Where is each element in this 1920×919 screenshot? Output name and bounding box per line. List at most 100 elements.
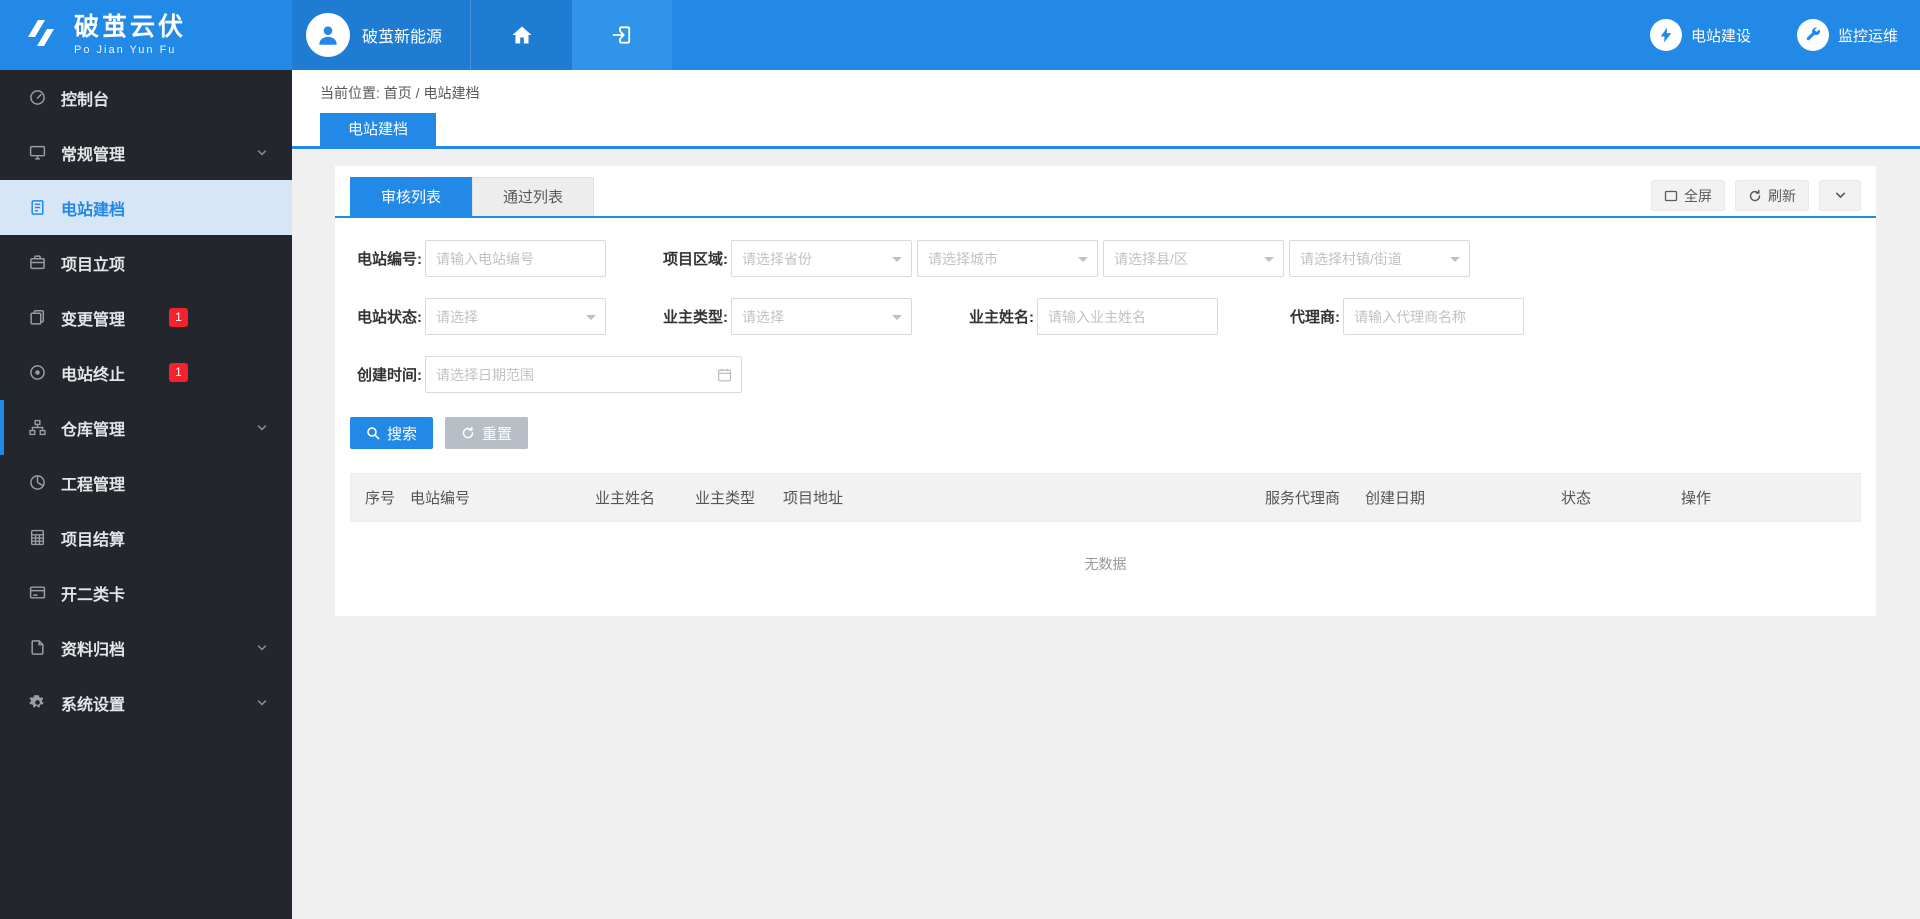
page-topbar: 当前位置: 首页 / 电站建档 电站建档	[292, 70, 1920, 149]
nav-monitor-ops[interactable]: 监控运维	[1797, 19, 1898, 51]
province-select-placeholder: 请选择省份	[742, 249, 812, 269]
nav-station-build-label: 电站建设	[1691, 25, 1751, 46]
table-header-cell: 状态	[1561, 487, 1681, 508]
refresh-icon	[1748, 189, 1762, 203]
page-tab-station-archive[interactable]: 电站建档	[320, 113, 436, 146]
station-no-input[interactable]	[425, 240, 606, 277]
caret-down-icon	[586, 315, 596, 325]
county-select[interactable]: 请选择县/区	[1103, 240, 1284, 277]
sidebar-item-console[interactable]: 控制台	[0, 70, 292, 125]
chevron-down-icon	[256, 422, 268, 434]
notification-badge: 1	[169, 308, 188, 327]
agent-label: 代理商:	[1268, 306, 1340, 327]
sidebar-item-general-mgmt[interactable]: 常规管理	[0, 125, 292, 180]
sitemap-icon	[28, 418, 47, 437]
logout-button[interactable]	[572, 0, 672, 70]
city-select[interactable]: 请选择城市	[917, 240, 1098, 277]
card-icon	[28, 583, 47, 602]
reset-icon	[461, 426, 475, 440]
nav-station-build[interactable]: 电站建设	[1650, 19, 1751, 51]
empty-state: 无数据	[335, 522, 1876, 616]
layout: 控制台 常规管理 电站建档 项目立项 变更管理 1	[0, 70, 1920, 919]
station-status-placeholder: 请选择	[436, 307, 478, 327]
sidebar-item-project-settlement[interactable]: 项目结算	[0, 510, 292, 565]
sidebar-item-label: 开二类卡	[61, 581, 125, 605]
sidebar-item-label: 项目立项	[61, 251, 125, 275]
table-header-cell: 创建日期	[1365, 487, 1561, 508]
table-header-cell: 电站编号	[410, 487, 595, 508]
owner-type-placeholder: 请选择	[742, 307, 784, 327]
chevron-down-icon	[256, 697, 268, 709]
sidebar-item-label: 常规管理	[61, 141, 125, 165]
gauge-icon	[28, 88, 47, 107]
region-label: 项目区域:	[656, 248, 728, 269]
sidebar-item-data-archive[interactable]: 资料归档	[0, 620, 292, 675]
panel-tabs: 审核列表 通过列表	[350, 177, 594, 216]
breadcrumb-current: 电站建档	[423, 85, 479, 101]
company-name: 破茧新能源	[362, 23, 442, 47]
brand-logo[interactable]: 破茧云伏 Po Jian Yun Fu	[0, 0, 292, 70]
province-select[interactable]: 请选择省份	[731, 240, 912, 277]
pie-chart-icon	[28, 473, 47, 492]
created-time-label: 创建时间:	[350, 364, 422, 385]
owner-type-select[interactable]: 请选择	[731, 298, 912, 335]
sidebar-item-label: 电站终止	[61, 361, 125, 385]
sidebar-item-change-mgmt[interactable]: 变更管理 1	[0, 290, 292, 345]
tab-passed-list[interactable]: 通过列表	[472, 177, 594, 216]
station-status-label: 电站状态:	[350, 306, 422, 327]
fullscreen-button[interactable]: 全屏	[1651, 180, 1725, 211]
breadcrumb-prefix: 当前位置:	[320, 85, 380, 101]
search-button[interactable]: 搜索	[350, 417, 433, 449]
caret-down-icon	[1264, 257, 1274, 267]
fullscreen-label: 全屏	[1684, 186, 1712, 206]
stop-icon	[28, 363, 47, 382]
file-icon	[28, 638, 47, 657]
collapse-filters-button[interactable]	[1819, 180, 1861, 211]
tab-review-list[interactable]: 审核列表	[350, 177, 472, 216]
sidebar-item-project-initiation[interactable]: 项目立项	[0, 235, 292, 290]
county-select-placeholder: 请选择县/区	[1114, 249, 1188, 269]
fullscreen-icon	[1664, 189, 1678, 203]
logo-subtitle: Po Jian Yun Fu	[74, 44, 186, 57]
sidebar-item-label: 资料归档	[61, 636, 125, 660]
owner-name-label: 业主姓名:	[962, 306, 1034, 327]
table-header-cell: 业主姓名	[595, 487, 695, 508]
sidebar-item-system-settings[interactable]: 系统设置	[0, 675, 292, 730]
town-select[interactable]: 请选择村镇/街道	[1289, 240, 1470, 277]
breadcrumb-separator: /	[416, 85, 420, 101]
table-header-cell: 操作	[1681, 487, 1860, 508]
station-archive-panel: 审核列表 通过列表 全屏 刷新	[335, 166, 1876, 616]
breadcrumb: 当前位置: 首页 / 电站建档	[320, 83, 1920, 103]
top-header: 破茧云伏 Po Jian Yun Fu 破茧新能源	[0, 0, 1920, 70]
owner-name-input[interactable]	[1037, 298, 1218, 335]
chevron-down-icon	[256, 147, 268, 159]
station-status-select[interactable]: 请选择	[425, 298, 606, 335]
home-icon	[510, 23, 534, 47]
sidebar-item-label: 电站建档	[61, 196, 125, 220]
reset-button[interactable]: 重置	[445, 417, 528, 449]
agent-input[interactable]	[1343, 298, 1524, 335]
notification-badge: 1	[169, 363, 188, 382]
caret-down-icon	[892, 315, 902, 325]
date-range-input[interactable]	[425, 356, 742, 393]
home-button[interactable]	[470, 0, 572, 70]
sidebar-item-warehouse-mgmt[interactable]: 仓库管理	[0, 400, 292, 455]
table-header: 序号 电站编号 业主姓名 业主类型 项目地址 服务代理商 创建日期 状态 操作	[350, 473, 1861, 522]
document-icon	[28, 198, 47, 217]
sidebar-item-class2-card[interactable]: 开二类卡	[0, 565, 292, 620]
table-header-cell: 序号	[365, 487, 410, 508]
user-menu[interactable]: 破茧新能源	[292, 0, 470, 70]
calendar-icon	[717, 367, 732, 382]
filter-form: 电站编号: 项目区域: 请选择省份	[335, 218, 1876, 393]
avatar	[306, 13, 350, 57]
town-select-placeholder: 请选择村镇/街道	[1300, 249, 1402, 269]
refresh-button[interactable]: 刷新	[1735, 180, 1809, 211]
breadcrumb-home-link[interactable]: 首页	[384, 85, 412, 101]
sidebar-item-engineering-mgmt[interactable]: 工程管理	[0, 455, 292, 510]
sidebar-item-station-archive[interactable]: 电站建档	[0, 180, 292, 235]
logo-title: 破茧云伏	[74, 13, 186, 42]
sidebar-item-station-termination[interactable]: 电站终止 1	[0, 345, 292, 400]
briefcase-icon	[28, 253, 47, 272]
search-icon	[366, 426, 380, 440]
main-area: 当前位置: 首页 / 电站建档 电站建档 审核列表 通过列表	[292, 70, 1920, 919]
